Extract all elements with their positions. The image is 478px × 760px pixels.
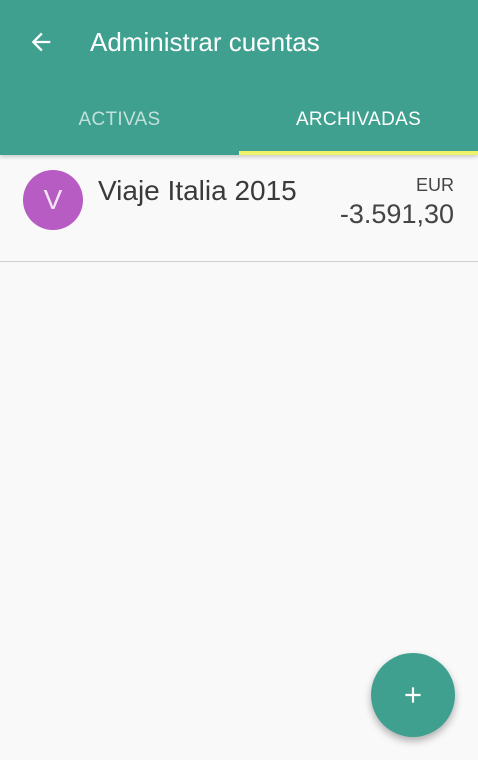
arrow-back-icon [31, 32, 51, 52]
back-button[interactable] [20, 21, 62, 63]
tab-activas[interactable]: ACTIVAS [0, 84, 239, 155]
add-account-button[interactable] [371, 653, 455, 737]
account-currency: EUR [415, 175, 454, 195]
tab-label-activas: ACTIVAS [78, 108, 161, 130]
account-name: Viaje Italia 2015 [98, 175, 297, 206]
tab-bar: ACTIVAS ARCHIVADAS [0, 84, 478, 155]
page-title: Administrar cuentas [90, 27, 320, 57]
toolbar: Administrar cuentas [0, 0, 478, 84]
tab-archivadas[interactable]: ARCHIVADAS [239, 84, 478, 155]
app-bar: Administrar cuentas ACTIVAS ARCHIVADAS [0, 0, 478, 155]
manage-accounts-screen: Administrar cuentas ACTIVAS ARCHIVADAS V… [0, 0, 478, 760]
account-list-item[interactable]: V Viaje Italia 2015 EUR -3.591,30 [0, 155, 478, 262]
selected-tab-indicator [239, 151, 478, 155]
tab-label-archivadas: ARCHIVADAS [295, 108, 422, 130]
account-balance: -3.591,30 [339, 199, 454, 229]
avatar-letter: V [43, 184, 63, 215]
plus-icon [405, 687, 421, 703]
account-avatar: V [23, 170, 83, 230]
